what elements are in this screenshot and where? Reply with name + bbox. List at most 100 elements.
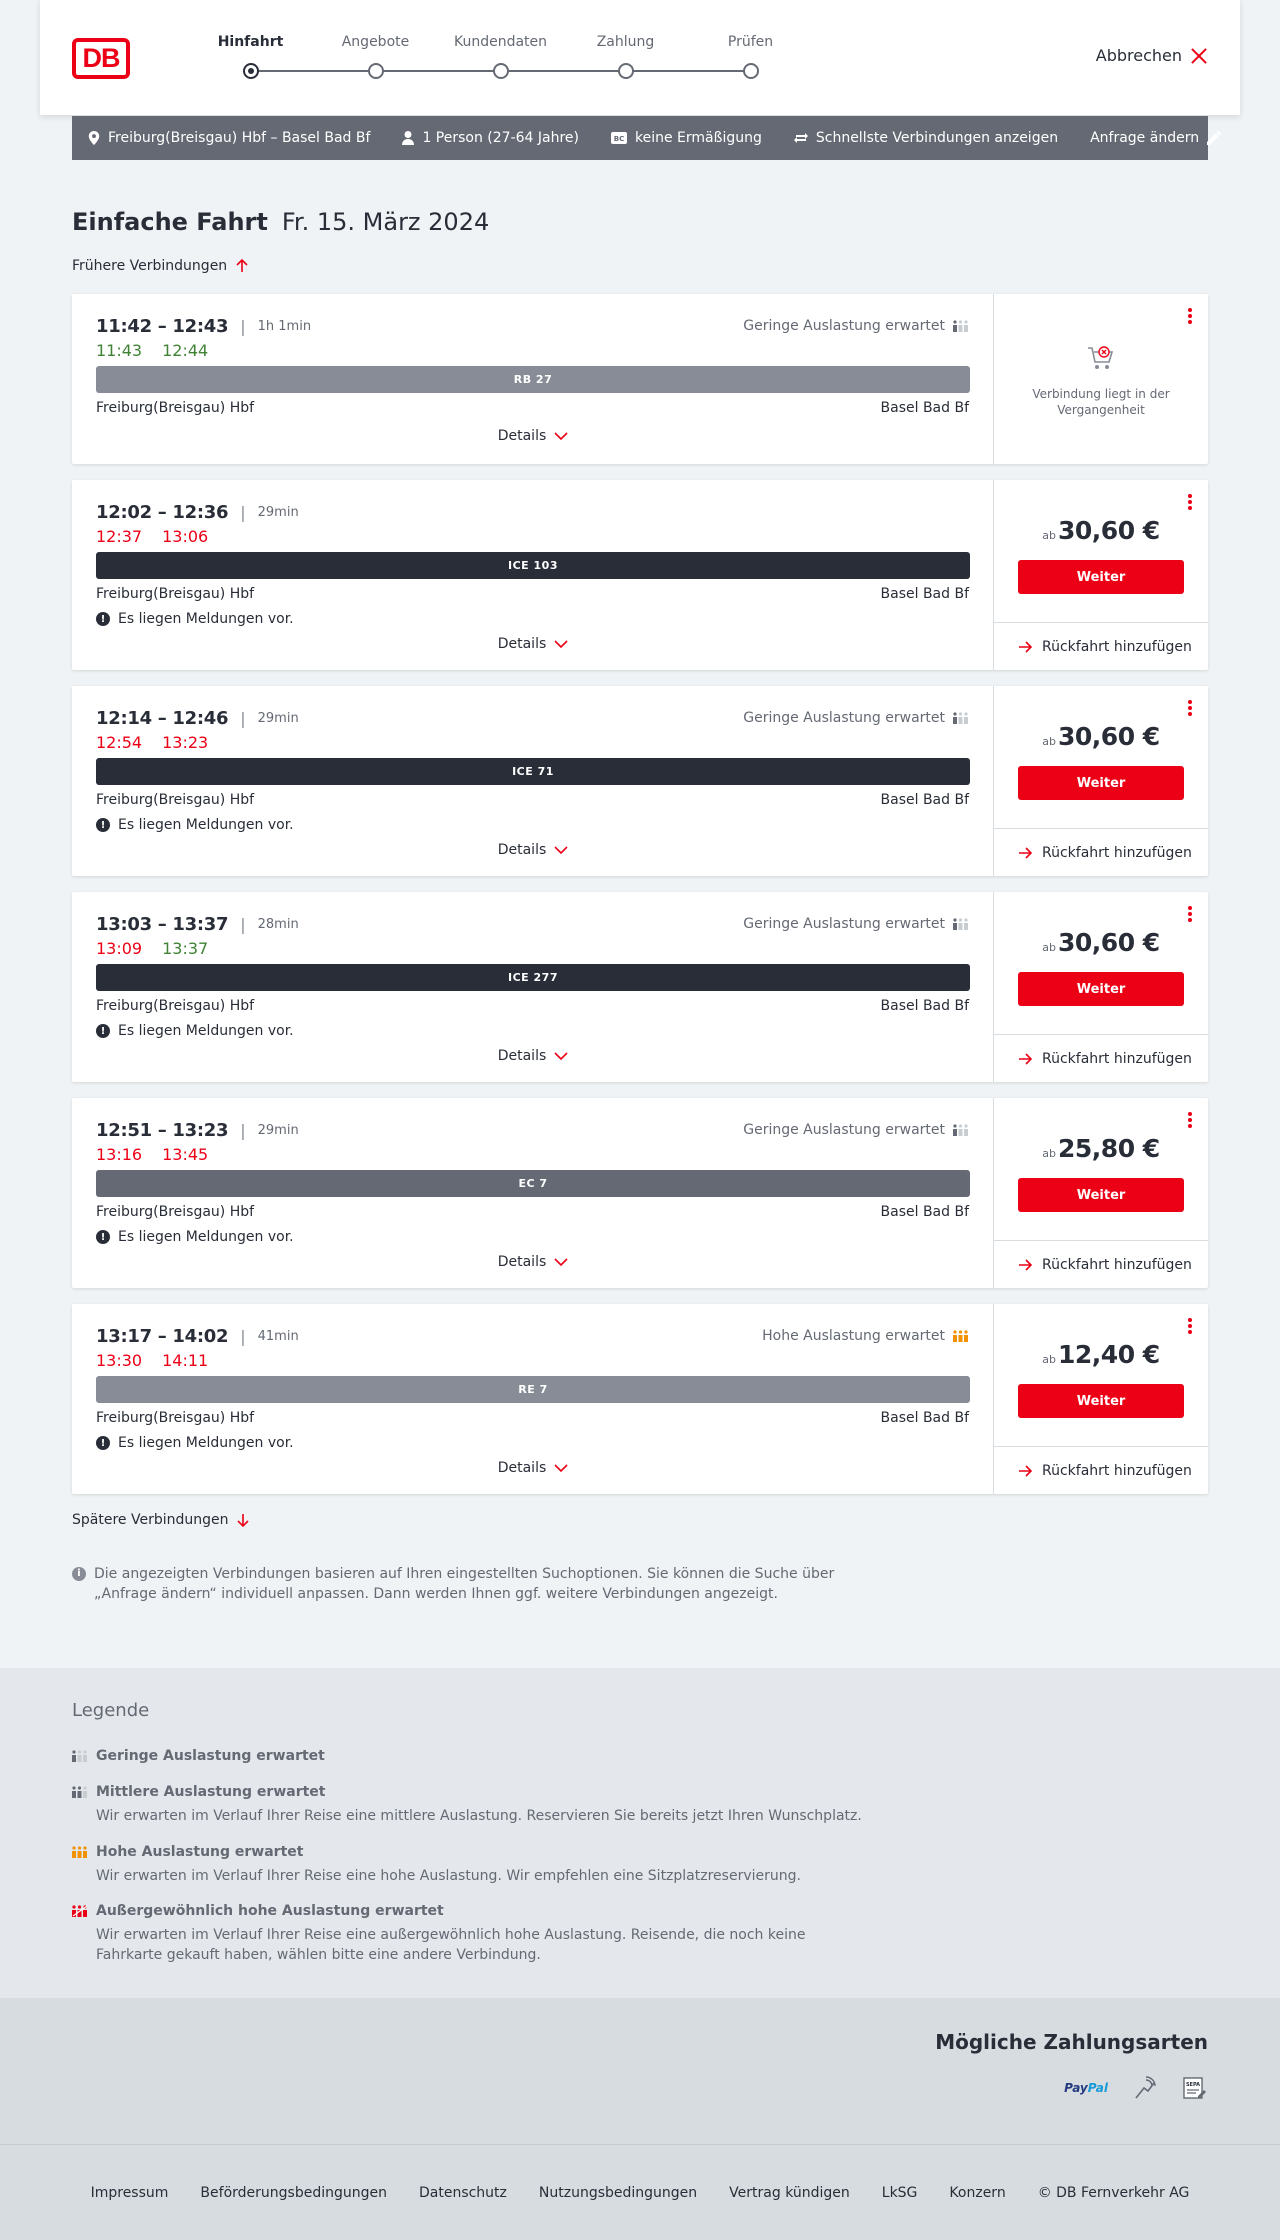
details-toggle[interactable]: Details (72, 1254, 994, 1270)
more-options-icon[interactable] (1188, 906, 1192, 922)
train-bar[interactable]: ICE 103 (96, 552, 970, 579)
continue-button[interactable]: Weiter (1018, 766, 1184, 800)
more-options-icon[interactable] (1188, 1318, 1192, 1334)
details-toggle[interactable]: Details (72, 1460, 994, 1476)
more-options-icon[interactable] (1188, 494, 1192, 510)
past-connection-text: Verbindung liegt in der Vergangenheit (1032, 387, 1170, 417)
train-bar[interactable]: ICE 277 (96, 964, 970, 991)
route-summary[interactable]: Freiburg(Breisgau) Hbf – Basel Bad Bf (88, 130, 370, 146)
footer-link[interactable]: LkSG (882, 2185, 918, 2201)
legend-head: Mittlere Auslastung erwartet (72, 1784, 872, 1800)
footer-link[interactable]: Datenschutz (419, 2185, 507, 2201)
continue-button[interactable]: Weiter (1018, 1384, 1184, 1418)
legend-item-medium: Mittlere Auslastung erwartet Wir erwarten… (72, 1784, 872, 1826)
footer: Impressum Beförderungsbedingungen Datensch… (0, 2144, 1280, 2240)
continue-label: Weiter (1076, 1187, 1126, 1203)
separator: | (240, 317, 246, 336)
train-bar[interactable]: RE 7 (96, 1376, 970, 1403)
details-toggle[interactable]: Details (72, 842, 994, 858)
details-toggle[interactable]: Details (72, 428, 994, 444)
add-return-trip-button[interactable]: Rückfahrt hinzufügen (994, 1240, 1208, 1288)
occupancy-icon (953, 918, 968, 930)
connection-info: 13:03 – 13:37 | 28min 13:09 13:37 Geringe Aus… (72, 892, 994, 1082)
continue-button[interactable]: Weiter (1018, 1178, 1184, 1212)
planned-times: 12:02 – 12:36 | 29min (96, 502, 299, 523)
origin-station: Freiburg(Breisgau) Hbf (96, 998, 255, 1014)
departure-arrival-time: 13:17 – 14:02 (96, 1326, 229, 1347)
add-return-trip-button[interactable]: Rückfahrt hinzufügen (994, 828, 1208, 876)
legend-label: Hohe Auslastung erwartet (96, 1844, 304, 1860)
connection-card[interactable]: 12:02 – 12:36 | 29min 12:37 13:06 ICE 103 Frei… (72, 480, 1208, 670)
departure-arrival-time: 12:02 – 12:36 (96, 502, 229, 523)
continue-button[interactable]: Weiter (1018, 560, 1184, 594)
footer-link[interactable]: Beförderungsbedingungen (200, 2185, 387, 2201)
add-return-trip-label: Rückfahrt hinzufügen (1042, 638, 1192, 655)
connection-card[interactable]: 12:14 – 12:46 | 29min 12:54 13:23 Geringe Aus… (72, 686, 1208, 876)
price: ab30,60 € (994, 928, 1208, 957)
train-name: ICE 103 (508, 559, 558, 572)
price-prefix: ab (1042, 1147, 1057, 1160)
train-bar[interactable]: ICE 71 (96, 758, 970, 785)
add-return-trip-button[interactable]: Rückfahrt hinzufügen (994, 1034, 1208, 1082)
occupancy-indicator: Geringe Auslastung erwartet (743, 1122, 969, 1138)
step-1[interactable]: Angebote (313, 34, 438, 79)
train-name: EC 7 (518, 1177, 548, 1190)
train-bar[interactable]: EC 7 (96, 1170, 970, 1197)
occupancy-indicator: Geringe Auslastung erwartet (743, 318, 969, 334)
occupancy-icon (953, 320, 968, 332)
more-options-icon[interactable] (1188, 700, 1192, 716)
connection-card[interactable]: 13:03 – 13:37 | 28min 13:09 13:37 Geringe Aus… (72, 892, 1208, 1082)
notice-message: ! Es liegen Meldungen vor. (96, 611, 294, 627)
add-return-trip-button[interactable]: Rückfahrt hinzufügen (994, 622, 1208, 670)
add-return-trip-button[interactable]: Rückfahrt hinzufügen (994, 1446, 1208, 1494)
db-logo[interactable]: DB (72, 38, 130, 79)
footer-link[interactable]: Impressum (91, 2185, 169, 2201)
more-options-icon[interactable] (1188, 1112, 1192, 1128)
add-return-trip-label: Rückfahrt hinzufügen (1042, 844, 1192, 861)
connection-card[interactable]: 12:51 – 13:23 | 29min 13:16 13:45 Geringe Aus… (72, 1098, 1208, 1288)
legend-label: Außergewöhnlich hohe Auslastung erwartet (96, 1903, 444, 1919)
departure-arrival-time: 11:42 – 12:43 (96, 316, 229, 337)
notice-text: Es liegen Meldungen vor. (118, 1023, 294, 1039)
realtime-departure: 12:37 (96, 527, 143, 546)
passenger-summary[interactable]: 1 Person (27-64 Jahre) (402, 130, 579, 146)
realtime-times: 11:43 12:44 (96, 341, 208, 360)
details-toggle[interactable]: Details (72, 636, 994, 652)
fastest-text: Schnellste Verbindungen anzeigen (815, 130, 1059, 146)
later-connections-link[interactable]: Spätere Verbindungen (72, 1512, 250, 1528)
connection-info: 12:14 – 12:46 | 29min 12:54 13:23 Geringe Aus… (72, 686, 994, 876)
change-request-button[interactable]: Anfrage ändern (1090, 130, 1221, 146)
earlier-connections-link[interactable]: Frühere Verbindungen (72, 258, 249, 274)
footer-link[interactable]: Konzern (949, 2185, 1005, 2201)
footer-link[interactable]: Nutzungsbedingungen (539, 2185, 697, 2201)
swap-arrows-icon (793, 133, 808, 143)
planned-times: 11:42 – 12:43 | 1h 1min (96, 316, 311, 337)
planned-times: 12:51 – 13:23 | 29min (96, 1120, 299, 1141)
continue-label: Weiter (1076, 569, 1126, 585)
connection-card[interactable]: 11:42 – 12:43 | 1h 1min 11:43 12:44 Geringe A… (72, 294, 1208, 464)
step-4[interactable]: Prüfen (688, 34, 813, 79)
occupancy-text: Geringe Auslastung erwartet (743, 710, 945, 726)
footer-link[interactable]: © DB Fernverkehr AG (1038, 2185, 1190, 2201)
details-toggle[interactable]: Details (72, 1048, 994, 1064)
connection-card[interactable]: 13:17 – 14:02 | 41min 13:30 14:11 Hohe Auslas… (72, 1304, 1208, 1494)
price-amount: 30,60 € (1058, 516, 1160, 545)
fastest-toggle[interactable]: Schnellste Verbindungen anzeigen (793, 130, 1059, 146)
continue-button[interactable]: Weiter (1018, 972, 1184, 1006)
legend-description: Wir erwarten im Verlauf Ihrer Reise eine… (96, 1808, 862, 1824)
bahncard-icon: BC (611, 132, 627, 144)
separator: | (240, 915, 246, 934)
price-amount: 25,80 € (1058, 1134, 1160, 1163)
cancel-button[interactable]: Abbrechen (1096, 46, 1208, 65)
train-name: RE 7 (518, 1383, 548, 1396)
discount-summary[interactable]: BC keine Ermäßigung (611, 130, 762, 146)
train-bar[interactable]: RB 27 (96, 366, 970, 393)
more-options-icon[interactable] (1188, 308, 1192, 324)
step-0[interactable]: Hinfahrt (188, 34, 313, 79)
continue-label: Weiter (1076, 981, 1126, 997)
footer-link[interactable]: Vertrag kündigen (729, 2185, 850, 2201)
chevron-down-icon (554, 1052, 568, 1060)
travel-duration: 1h 1min (257, 319, 312, 334)
step-3[interactable]: Zahlung (563, 34, 688, 79)
step-2[interactable]: Kundendaten (438, 34, 563, 79)
